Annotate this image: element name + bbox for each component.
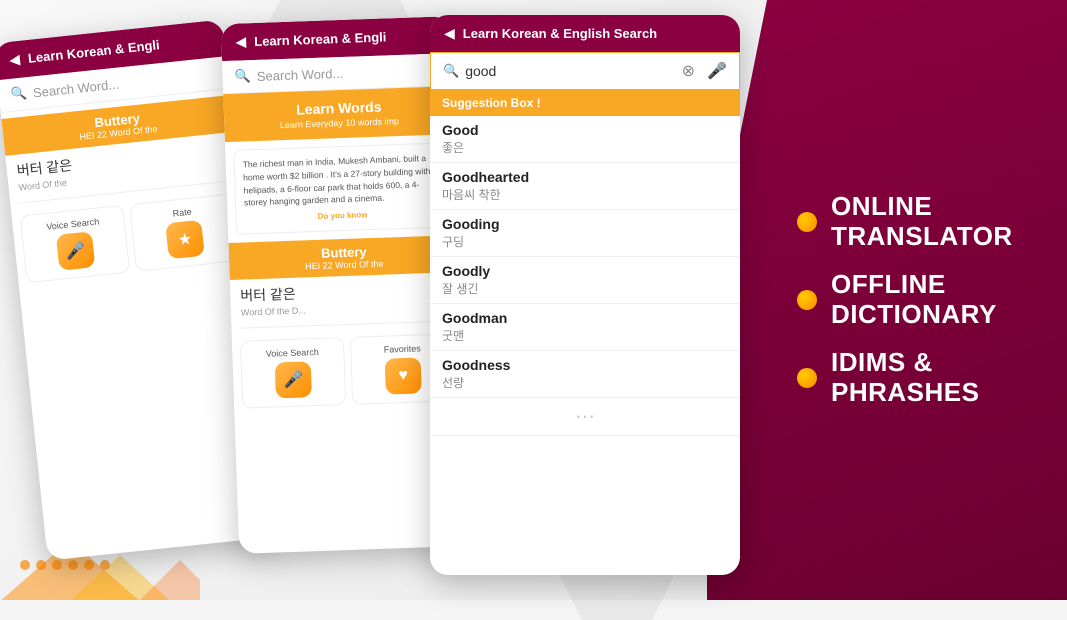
story-box: The richest man in India, Mukesh Ambani,…: [233, 142, 450, 234]
orange-dot-1: [797, 212, 817, 232]
do-you-know: Do you know: [244, 207, 440, 226]
phone-title-front: Learn Korean & English Search: [463, 26, 657, 41]
phone-header-front: ◀ Learn Korean & English Search: [430, 15, 740, 52]
suggestion-item-more: ⋯: [430, 398, 740, 436]
phone-title-left: Learn Korean & Engli: [27, 37, 160, 66]
suggestion-item-4[interactable]: Goodman 굿맨: [430, 304, 740, 351]
rate-label-left: Rate: [139, 203, 226, 222]
rate-icon-left: ★: [165, 220, 205, 260]
suggestion-word-3: Goodly: [442, 263, 728, 279]
right-panel: ONLINE TRANSLATOR OFFLINE DICTIONARY IDI…: [707, 0, 1067, 600]
search-icon-left: 🔍: [10, 85, 28, 103]
search-icon-front: 🔍: [443, 63, 459, 79]
voice-label-mid: Voice Search: [249, 346, 335, 359]
offline-dictionary-item: OFFLINE DICTIONARY: [767, 270, 1067, 330]
suggestion-word-5: Goodness: [442, 357, 728, 373]
grid-voice-mid[interactable]: Voice Search 🎤: [240, 337, 346, 409]
online-translator-label: ONLINE TRANSLATOR: [831, 192, 1013, 252]
suggestion-item-1[interactable]: Goodhearted 마음씨 착한: [430, 163, 740, 210]
suggestion-korean-5: 선량: [442, 374, 728, 391]
search-bar-front[interactable]: 🔍 ⊗ 🎤: [430, 52, 740, 90]
orange-dot-3: [797, 368, 817, 388]
suggestion-korean-3: 잘 생긴: [442, 280, 728, 297]
suggestion-word-0: Good: [442, 122, 728, 138]
idioms-label: IDIMS & PHRASHES: [831, 348, 979, 408]
suggestion-korean-2: 구딩: [442, 233, 728, 250]
grid-rate-left[interactable]: Rate ★: [129, 193, 240, 271]
suggestion-korean-1: 마음씨 착한: [442, 186, 728, 203]
phones-container: ◀ Learn Korean & Engli 🔍 Search Word... …: [0, 0, 760, 600]
voice-icon-left: 🎤: [56, 231, 96, 271]
suggestion-korean-0: 좋은: [442, 139, 728, 156]
grid-voice-left[interactable]: Voice Search 🎤: [20, 205, 131, 283]
search-input-front[interactable]: [465, 63, 675, 79]
offline-dictionary-label: OFFLINE DICTIONARY: [831, 270, 997, 330]
learn-words-section: Learn Words Learn Everyday 10 words imp: [223, 86, 455, 142]
orange-dot-2: [797, 290, 817, 310]
search-icon-mid: 🔍: [234, 68, 251, 85]
voice-icon-front[interactable]: 🎤: [707, 61, 727, 81]
search-placeholder-mid: Search Word...: [257, 65, 344, 83]
suggestion-item-2[interactable]: Gooding 구딩: [430, 210, 740, 257]
suggestion-korean-4: 굿맨: [442, 327, 728, 344]
online-translator-item: ONLINE TRANSLATOR: [767, 192, 1067, 252]
suggestion-word-4: Goodman: [442, 310, 728, 326]
voice-label-left: Voice Search: [29, 215, 116, 234]
fav-icon-mid: ♥: [385, 357, 422, 394]
suggestion-list: Good 좋은 Goodhearted 마음씨 착한 Gooding 구딩 Go…: [430, 116, 740, 436]
suggestion-header: Suggestion Box !: [430, 90, 740, 116]
phone-title-mid: Learn Korean & Engli: [254, 29, 387, 49]
story-text: The richest man in India, Mukesh Ambani,…: [243, 153, 438, 208]
clear-icon-front[interactable]: ⊗: [682, 61, 695, 81]
suggestion-item-0[interactable]: Good 좋은: [430, 116, 740, 163]
search-placeholder-left: Search Word...: [32, 76, 120, 100]
suggestion-item-5[interactable]: Goodness 선량: [430, 351, 740, 398]
suggestion-word-1: Goodhearted: [442, 169, 728, 185]
idioms-item: IDIMS & PHRASHES: [767, 348, 1067, 408]
voice-icon-mid: 🎤: [275, 361, 312, 398]
phone-card-front: ◀ Learn Korean & English Search 🔍 ⊗ 🎤 Su…: [430, 15, 740, 575]
suggestion-word-2: Gooding: [442, 216, 728, 232]
suggestion-item-3[interactable]: Goodly 잘 생긴: [430, 257, 740, 304]
